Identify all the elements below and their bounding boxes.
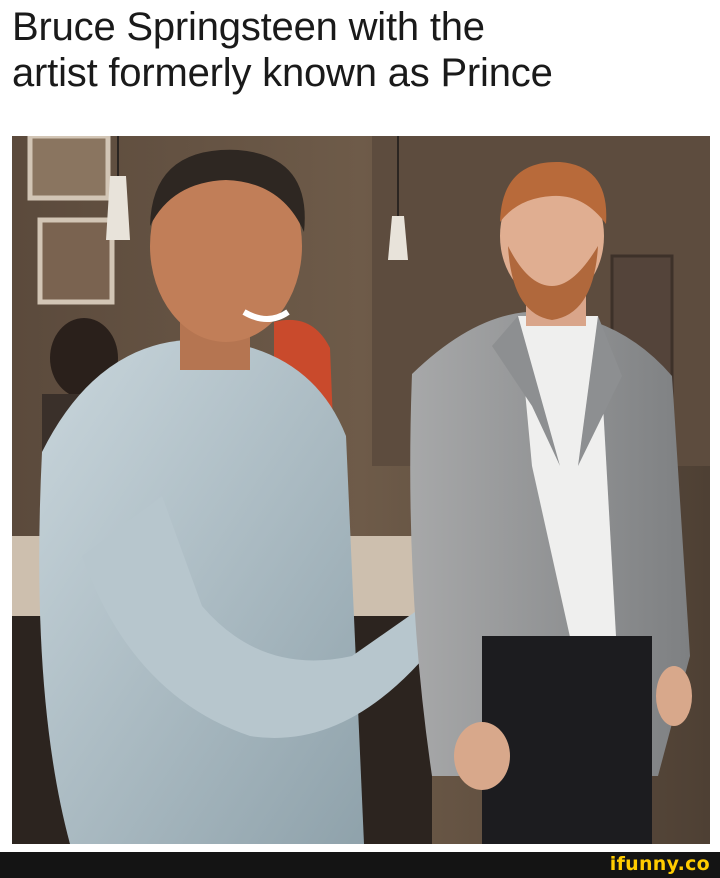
- pendant-lamp-1: [106, 176, 130, 240]
- left-man-shirt: [39, 339, 364, 844]
- footer-bar: ifunny.co: [0, 852, 720, 878]
- right-man-trousers: [482, 636, 652, 844]
- ifunny-watermark: ifunny.co: [609, 853, 710, 875]
- right-man-hand-2: [656, 666, 692, 726]
- wall-frame-2: [37, 217, 115, 305]
- right-man-hand: [454, 722, 510, 790]
- caption-line-2: artist formerly known as Prince: [12, 51, 553, 95]
- meme-photo: [12, 136, 710, 844]
- wall-frame-1: [27, 136, 111, 201]
- meme-caption: Bruce Springsteen with the artist former…: [12, 4, 712, 96]
- caption-line-1: Bruce Springsteen with the: [12, 5, 485, 49]
